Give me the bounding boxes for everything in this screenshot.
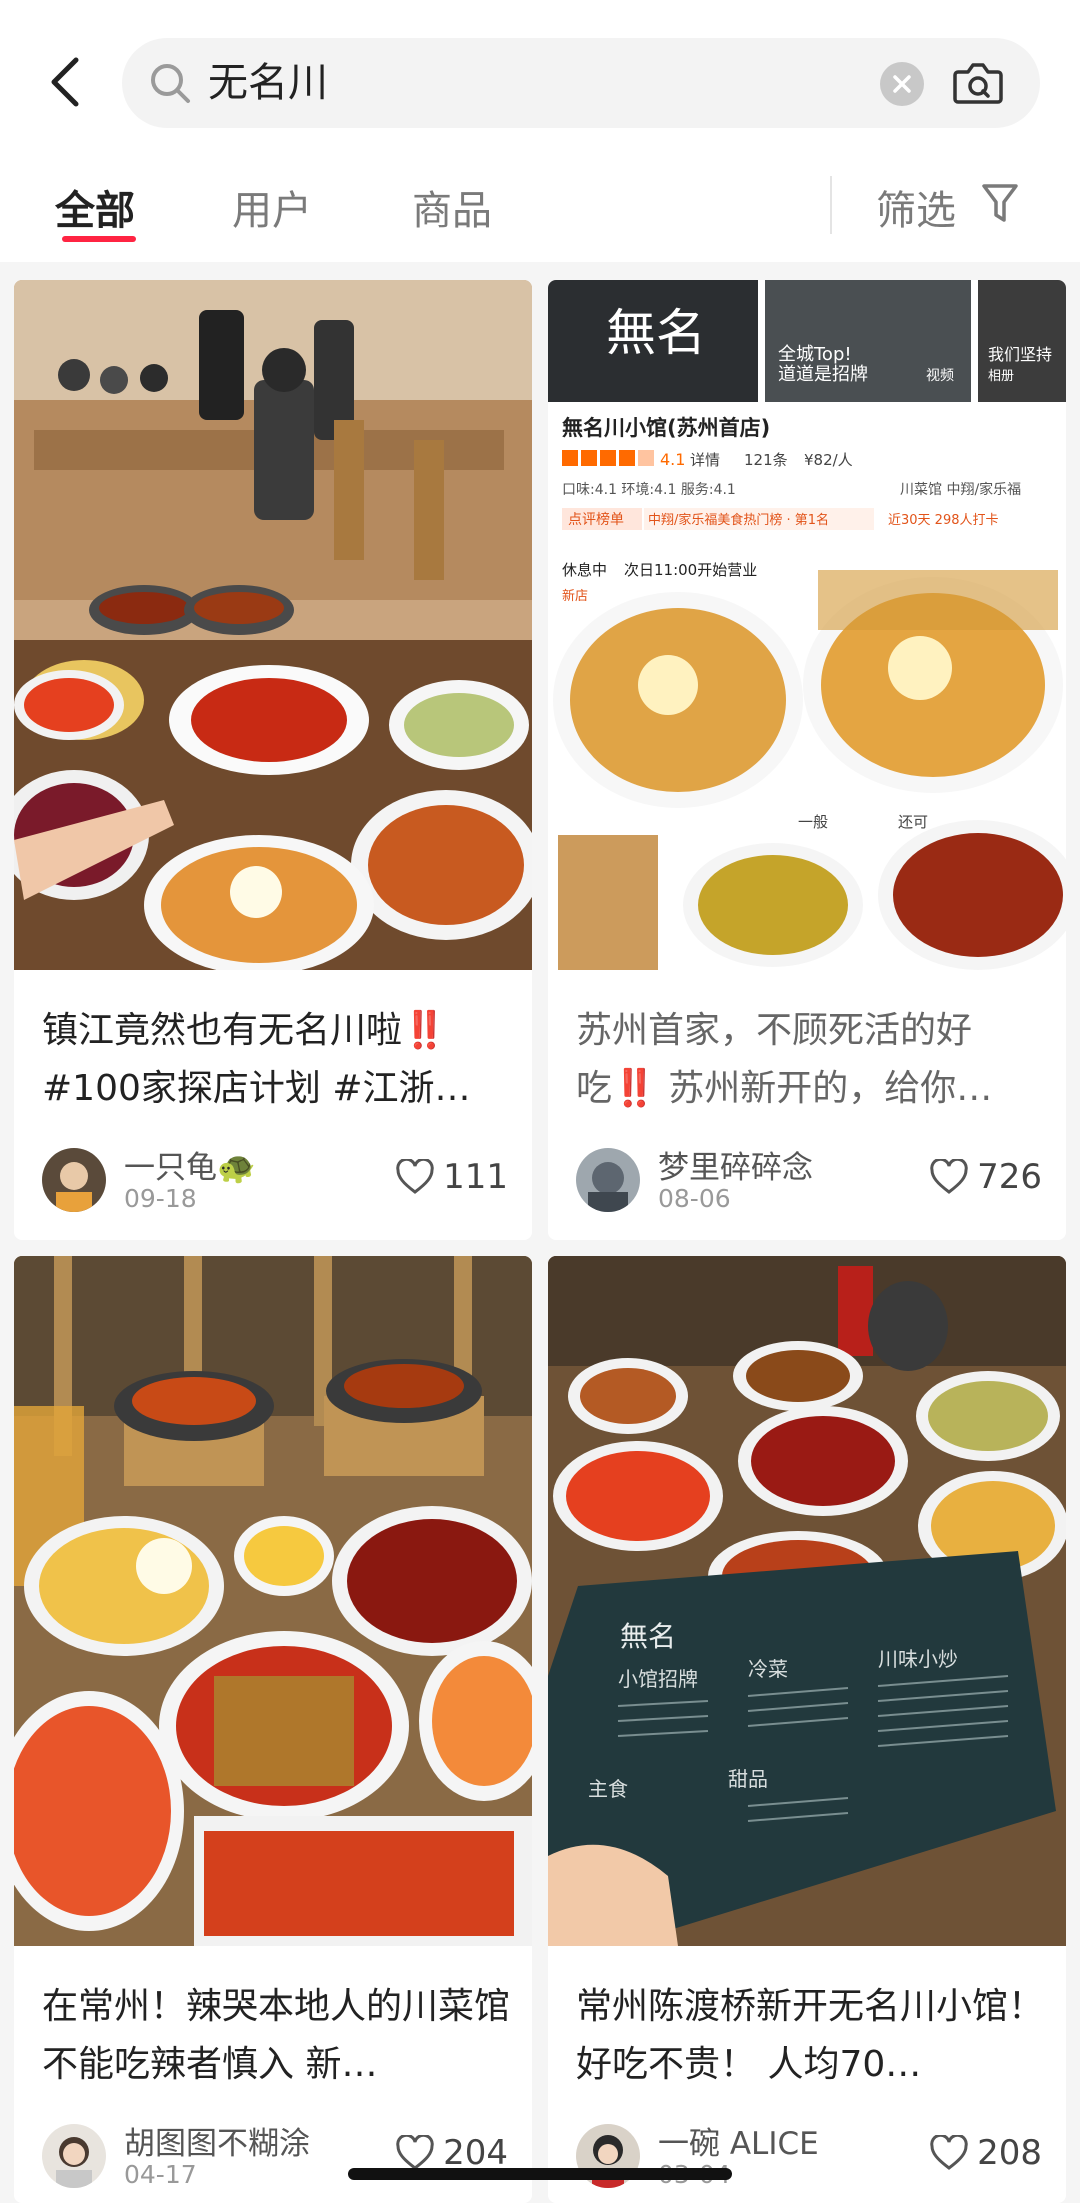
post-author[interactable]: 一碗 ALICE [658,2118,819,2163]
post-title[interactable]: 苏州首家，不顾死活的好吃‼️ 苏州新开的，给你… [576,1002,1046,1118]
post-author[interactable]: 一只龟🐢 [124,1142,256,1187]
shop-reviews: 121条 [744,451,788,469]
avatar[interactable] [42,1148,106,1212]
heart-icon [930,1159,968,1194]
menu-brand: 無名 [620,1620,676,1653]
post-cover-image[interactable]: 無名 全城Top! 道道是招牌 视频 我们坚持 相册 無名川小馆(苏州首店) 4… [548,280,1066,970]
menu-section: 主食 [588,1777,628,1801]
heart-icon [930,2135,968,2170]
shop-cuisine: 川菜馆 中翔/家乐福 [900,481,1021,498]
shop-status: 休息中 [562,561,607,579]
shop-price: ¥82/人 [804,451,853,469]
search-input[interactable]: 无名川 [122,38,1040,128]
post-card[interactable]: 在常州！辣哭本地人的川菜馆 不能吃辣者慎入 新… 胡图图不糊涂 04-17 20… [14,1256,532,2203]
photo-caption-sub: 道道是招牌 [778,364,868,385]
menu-section: 冷菜 [748,1657,788,1681]
brand-logo: 無名 [606,304,706,362]
like-count: 726 [977,1157,1042,1197]
post-date: 09-18 [124,1184,197,1213]
tab-active-indicator [62,236,136,242]
photo-caption: 全城Top! [778,344,852,365]
tab-divider [830,176,832,234]
shop-name: 無名川小馆(苏州首店) [562,416,770,440]
heart-icon [396,2135,434,2170]
shop-rating: 4.1 [660,450,685,469]
menu-section: 甜品 [728,1767,768,1791]
tab-users[interactable]: 用户 [232,178,312,236]
post-card[interactable]: 無名 小馆招牌 冷菜 川味小炒 主食 甜品 常州陈渡桥新开无名川小馆！好吃不贵！… [548,1256,1066,2203]
search-query[interactable]: 无名川 [208,38,328,128]
chevron-left-icon [51,57,79,107]
top-bar: 无名川 全部 用户 商品 筛选 [0,0,1080,262]
post-card[interactable]: 镇江竟然也有无名川啦‼️ #100家探店计划 #江浙… 一只龟🐢 09-18 1… [14,280,532,1240]
avatar[interactable] [42,2124,106,2188]
rating-option: 一般 [798,813,828,831]
filter-icon[interactable] [980,180,1020,228]
post-title[interactable]: 在常州！辣哭本地人的川菜馆 不能吃辣者慎入 新… [42,1978,512,2094]
menu-section: 川味小炒 [878,1647,958,1671]
shop-details-link: 详情 [690,451,720,469]
post-cover-image[interactable]: 無名 小馆招牌 冷菜 川味小炒 主食 甜品 [548,1256,1066,1946]
avatar[interactable] [576,1148,640,1212]
rating-option: 还可 [898,813,928,831]
filter-button[interactable]: 筛选 [876,178,956,236]
heart-icon [396,1159,434,1194]
like-button[interactable]: 208 [929,2128,1042,2178]
rating-stars [562,450,654,466]
post-date: 04-17 [124,2160,197,2189]
like-count: 204 [443,2133,508,2173]
post-author[interactable]: 梦里碎碎念 [658,1142,813,1187]
photo-caption-2: 我们坚持 [988,345,1052,364]
menu-section: 小馆招牌 [618,1667,698,1691]
close-icon [893,75,911,93]
post-title[interactable]: 镇江竟然也有无名川啦‼️ #100家探店计划 #江浙… [42,1002,512,1118]
post-date: 08-06 [658,1184,731,1213]
search-icon [151,64,190,103]
tab-goods[interactable]: 商品 [412,178,492,236]
like-button[interactable]: 111 [395,1152,508,1202]
post-cover-image[interactable] [14,280,532,970]
search-tabs: 全部 用户 商品 筛选 [0,160,1080,260]
photo-tag-2: 相册 [988,369,1014,384]
post-author[interactable]: 胡图图不糊涂 [124,2118,310,2163]
post-cover-image[interactable] [14,1256,532,1946]
back-button[interactable] [40,52,90,112]
rank-tag: 点评榜单 [568,511,624,528]
shop-open-time: 次日11:00开始营业 [624,561,757,579]
post-card[interactable]: 無名 全城Top! 道道是招牌 视频 我们坚持 相册 無名川小馆(苏州首店) 4… [548,280,1066,1240]
tab-all[interactable]: 全部 [55,178,135,236]
checkin-count: 近30天 298人打卡 [888,513,999,528]
rank-text: 中翔/家乐福美食热门榜 · 第1名 [648,512,829,528]
home-indicator[interactable] [348,2168,732,2180]
like-count: 111 [443,1157,508,1197]
photo-tag: 视频 [926,368,954,384]
shop-scores: 口味:4.1 环境:4.1 服务:4.1 [562,482,736,498]
like-button[interactable]: 726 [929,1152,1042,1202]
like-count: 208 [977,2133,1042,2173]
clear-search-button[interactable] [880,62,924,106]
post-title[interactable]: 常州陈渡桥新开无名川小馆！好吃不贵！ 人均70… [576,1978,1046,2094]
camera-icon[interactable] [952,58,1004,108]
new-shop-tag: 新店 [562,588,588,604]
